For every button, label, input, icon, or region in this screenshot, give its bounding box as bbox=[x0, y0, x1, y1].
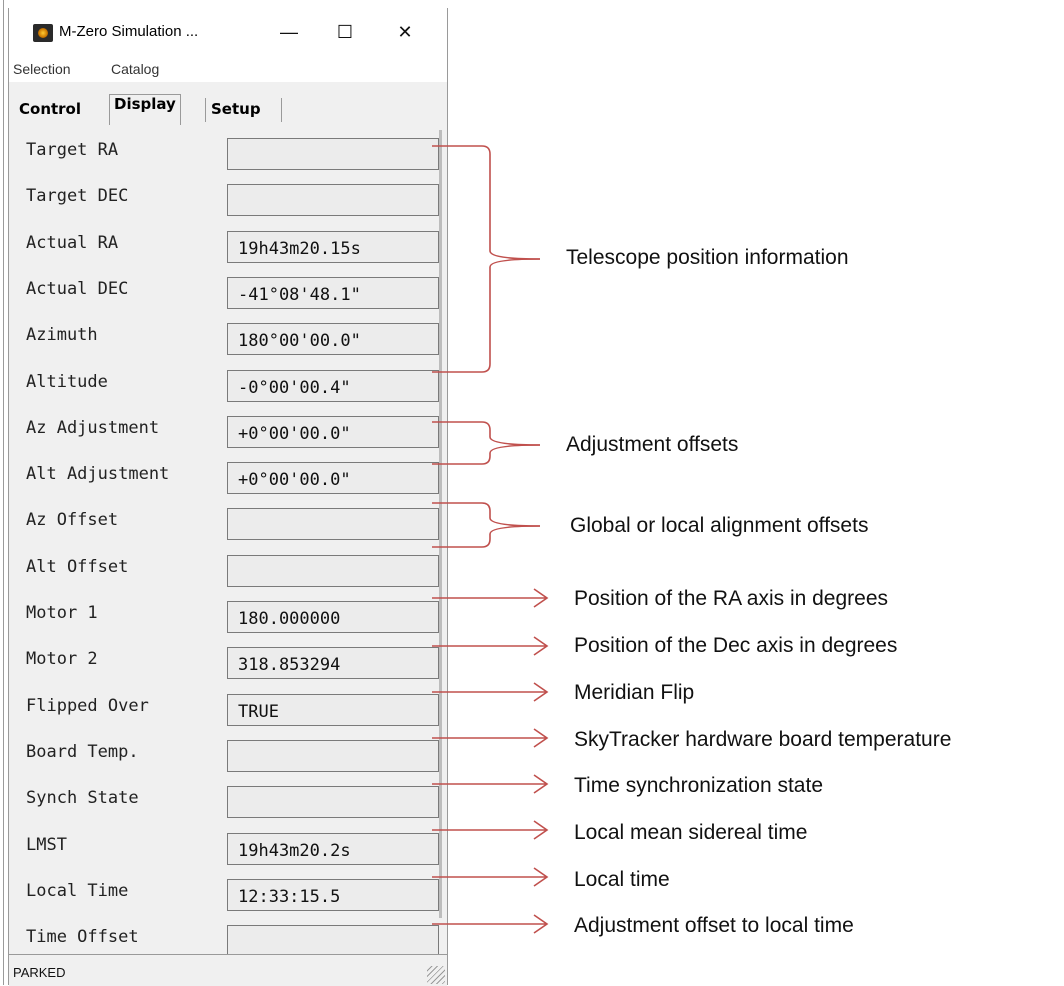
annotation-lmst: Local mean sidereal time bbox=[574, 821, 808, 844]
annotation-telescope-position: Telescope position information bbox=[566, 246, 849, 269]
annotation-synch: Time synchronization state bbox=[574, 774, 823, 797]
annotation-lines bbox=[432, 145, 549, 934]
arrow-board-temp bbox=[432, 728, 549, 748]
brace-adjustment-offsets bbox=[432, 444, 541, 465]
annotation-local-time: Local time bbox=[574, 868, 670, 891]
arrow-lmst bbox=[432, 820, 549, 840]
annotation-motor2: Position of the Dec axis in degrees bbox=[574, 634, 898, 657]
brace-telescope-position bbox=[432, 145, 541, 260]
annotation-alignment-offsets: Global or local alignment offsets bbox=[570, 514, 869, 537]
arrow-flipped bbox=[432, 682, 549, 702]
arrow-synch bbox=[432, 774, 549, 794]
annotation-time-offset: Adjustment offset to local time bbox=[574, 914, 854, 937]
arrow-time-offset bbox=[432, 914, 549, 934]
annotation-flipped: Meridian Flip bbox=[574, 681, 695, 704]
annotation-motor1: Position of the RA axis in degrees bbox=[574, 587, 889, 610]
annotation-adjustment-offsets: Adjustment offsets bbox=[566, 433, 739, 456]
annotation-board-temp: SkyTracker hardware board temperature bbox=[574, 728, 952, 751]
arrow-local-time bbox=[432, 867, 549, 887]
arrow-motor2 bbox=[432, 636, 549, 656]
brace-alignment-offsets bbox=[432, 525, 541, 548]
brace-alignment-offsets bbox=[432, 502, 541, 527]
brace-adjustment-offsets bbox=[432, 421, 541, 446]
arrow-motor1 bbox=[432, 588, 549, 608]
brace-telescope-position bbox=[432, 258, 541, 373]
